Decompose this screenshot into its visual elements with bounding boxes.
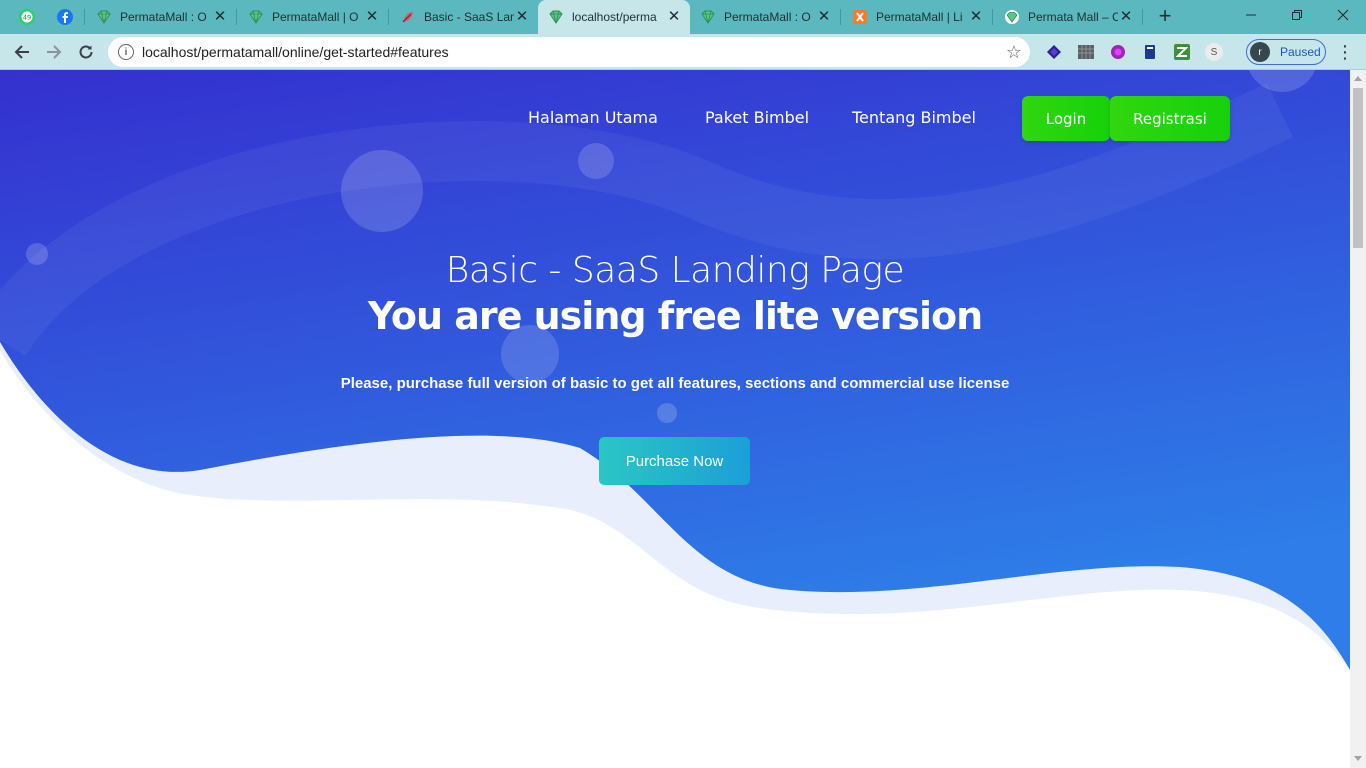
back-button[interactable] bbox=[8, 38, 36, 66]
hero-title: Basic - SaaS Landing Page bbox=[445, 250, 905, 291]
s-icon[interactable]: S bbox=[1205, 43, 1223, 61]
close-tab-icon[interactable]: ✕ bbox=[212, 9, 228, 25]
arrow-left-icon bbox=[14, 45, 29, 59]
permatamall-icon bbox=[248, 9, 264, 25]
scroll-down-icon[interactable] bbox=[1354, 756, 1362, 761]
close-tab-icon[interactable]: ✕ bbox=[514, 9, 530, 25]
feather-icon bbox=[400, 9, 416, 25]
profile-button[interactable]: r Paused bbox=[1246, 39, 1326, 65]
layers-icon[interactable] bbox=[1045, 43, 1063, 61]
page-scrollbar[interactable] bbox=[1350, 70, 1366, 768]
close-tab-icon[interactable]: ✕ bbox=[364, 9, 380, 25]
forward-button[interactable] bbox=[40, 38, 68, 66]
pinned-tab-whatsapp[interactable]: 49 bbox=[8, 0, 46, 34]
minimize-button[interactable] bbox=[1228, 0, 1274, 30]
purchase-now-button[interactable]: Purchase Now bbox=[599, 437, 750, 485]
browser-tab[interactable]: PermataMall : O ✕ bbox=[690, 0, 840, 34]
decor-circle bbox=[657, 403, 677, 423]
login-button[interactable]: Login bbox=[1022, 96, 1110, 141]
browser-tab[interactable]: Basic - SaaS Lan ✕ bbox=[390, 0, 538, 34]
bookmark-star-icon[interactable]: ☆ bbox=[1006, 42, 1022, 63]
restore-button[interactable] bbox=[1274, 0, 1320, 30]
close-tab-icon[interactable]: ✕ bbox=[968, 9, 984, 25]
minimize-icon bbox=[1246, 14, 1256, 16]
decor-circle bbox=[578, 143, 614, 179]
permatamall-icon bbox=[1004, 9, 1020, 25]
browser-toolbar: i localhost/permatamall/online/get-start… bbox=[0, 34, 1366, 70]
whatsapp-icon: 49 bbox=[19, 9, 35, 25]
address-bar[interactable]: i localhost/permatamall/online/get-start… bbox=[108, 37, 1030, 67]
close-icon bbox=[1337, 9, 1349, 21]
hero-subtitle: You are using free lite version bbox=[367, 294, 983, 338]
decor-circle bbox=[341, 150, 423, 232]
scroll-up-icon[interactable] bbox=[1354, 76, 1362, 81]
nav-link-packages[interactable]: Paket Bimbel bbox=[705, 108, 809, 127]
restore-icon bbox=[1292, 10, 1302, 20]
permatamall-icon bbox=[96, 9, 112, 25]
hero-background bbox=[0, 70, 1350, 670]
close-tab-icon[interactable]: ✕ bbox=[816, 9, 832, 25]
close-tab-icon[interactable]: ✕ bbox=[1118, 9, 1134, 25]
reload-icon bbox=[79, 45, 93, 59]
nav-link-home[interactable]: Halaman Utama bbox=[528, 108, 658, 127]
browser-tab-active[interactable]: localhost/perma ✕ bbox=[538, 0, 690, 34]
profile-status: Paused bbox=[1280, 45, 1321, 59]
xampp-icon bbox=[852, 9, 868, 25]
nav-link-about[interactable]: Tentang Bimbel bbox=[852, 108, 976, 127]
browser-tab[interactable]: Permata Mall – C ✕ bbox=[994, 0, 1142, 34]
circle-icon[interactable] bbox=[1109, 43, 1127, 61]
pinned-tab-facebook[interactable] bbox=[46, 0, 84, 34]
arrow-right-icon bbox=[47, 45, 62, 59]
scrollbar-thumb[interactable] bbox=[1353, 88, 1363, 248]
zip-icon[interactable] bbox=[1173, 43, 1191, 61]
info-icon[interactable]: i bbox=[118, 44, 134, 60]
new-tab-button[interactable]: + bbox=[1152, 5, 1178, 29]
permatamall-icon bbox=[700, 9, 716, 25]
browser-tab[interactable]: PermataMall : O ✕ bbox=[86, 0, 236, 34]
tab-strip: 49 PermataMall : O ✕ PermataMall | O ✕ B… bbox=[0, 0, 1366, 34]
close-window-button[interactable] bbox=[1320, 0, 1366, 30]
reload-button[interactable] bbox=[72, 38, 100, 66]
browser-menu-icon[interactable]: ⋮ bbox=[1336, 42, 1354, 62]
register-button[interactable]: Registrasi bbox=[1110, 96, 1230, 141]
browser-tab[interactable]: PermataMall | O ✕ bbox=[238, 0, 388, 34]
svg-text:49: 49 bbox=[23, 14, 31, 22]
browser-tab[interactable]: PermataMall | Li ✕ bbox=[842, 0, 992, 34]
url-text[interactable]: localhost/permatamall/online/get-started… bbox=[142, 44, 449, 60]
grid-icon[interactable] bbox=[1077, 43, 1095, 61]
page-viewport: Halaman Utama Paket Bimbel Tentang Bimbe… bbox=[0, 70, 1350, 768]
permatamall-icon bbox=[548, 9, 564, 25]
facebook-icon bbox=[57, 9, 73, 25]
close-tab-icon[interactable]: ✕ bbox=[666, 9, 682, 25]
hero-description: Please, purchase full version of basic t… bbox=[340, 375, 1010, 392]
avatar: r bbox=[1250, 42, 1270, 62]
book-icon[interactable] bbox=[1141, 43, 1159, 61]
